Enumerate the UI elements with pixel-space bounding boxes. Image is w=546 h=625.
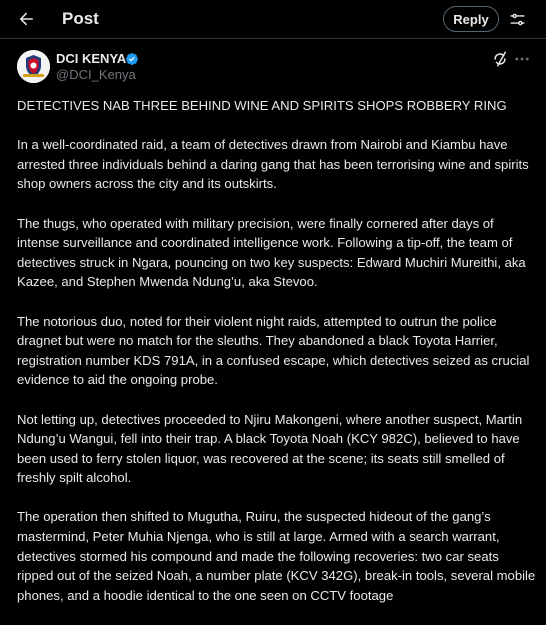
back-button[interactable] bbox=[12, 5, 40, 33]
page-title: Post bbox=[62, 9, 99, 28]
reply-button[interactable]: Reply bbox=[443, 6, 499, 32]
verified-badge-icon bbox=[126, 53, 138, 65]
more-options-icon[interactable] bbox=[513, 50, 531, 68]
arrow-left-icon bbox=[19, 12, 33, 26]
police-crest-logo bbox=[17, 50, 50, 83]
reply-settings-button[interactable] bbox=[506, 8, 528, 30]
author-handle[interactable]: @DCI_Kenya bbox=[56, 67, 136, 83]
grok-icon[interactable] bbox=[491, 50, 509, 68]
header-divider bbox=[0, 38, 546, 39]
tweet-paragraph: In a well-coordinated raid, a team of de… bbox=[17, 137, 529, 192]
tweet-paragraph: The thugs, who operated with military pr… bbox=[17, 215, 526, 290]
sliders-icon bbox=[509, 13, 525, 25]
tweet-paragraph: Not letting up, detectives proceeded to … bbox=[17, 411, 523, 486]
top-bar: Post Reply bbox=[0, 0, 546, 38]
tweet-text: DETECTIVES NAB THREE BEHIND WINE AND SPI… bbox=[17, 96, 537, 625]
tweet-paragraph: The operation then shifted to Mugutha, R… bbox=[17, 509, 536, 603]
author-name[interactable]: DCI KENYA bbox=[56, 51, 126, 67]
avatar[interactable] bbox=[17, 50, 50, 83]
tweet-paragraph: The notorious duo, noted for their viole… bbox=[17, 313, 530, 388]
tweet-headline: DETECTIVES NAB THREE BEHIND WINE AND SPI… bbox=[17, 98, 507, 113]
